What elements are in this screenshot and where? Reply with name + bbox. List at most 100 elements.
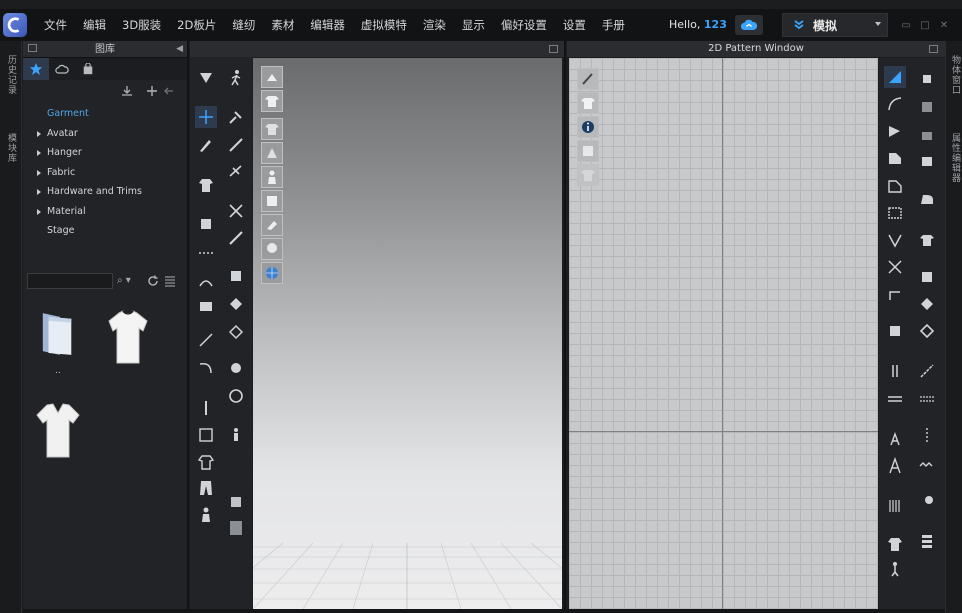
tool-iron[interactable] bbox=[916, 188, 938, 210]
tool-zipper[interactable] bbox=[195, 397, 217, 419]
menu-settings[interactable]: 设置 bbox=[555, 9, 594, 41]
tab-property-editor[interactable]: 属性编辑器 bbox=[948, 133, 962, 183]
tool-line[interactable] bbox=[195, 329, 217, 351]
view-texture-toggle[interactable] bbox=[261, 118, 283, 140]
view-avatar-toggle[interactable] bbox=[261, 166, 283, 188]
tool-edit-curve[interactable] bbox=[884, 93, 906, 115]
tool-garment[interactable] bbox=[195, 174, 217, 196]
refresh-icon[interactable] bbox=[147, 275, 159, 287]
minimize-icon[interactable]: ▭ bbox=[900, 21, 912, 31]
tree-item-avatar[interactable]: Avatar bbox=[23, 124, 187, 144]
menu-render[interactable]: 渲染 bbox=[415, 9, 454, 41]
expand-arrow-icon[interactable] bbox=[37, 189, 41, 195]
menu-edit[interactable]: 编辑 bbox=[75, 9, 114, 41]
view-environment-toggle[interactable] bbox=[261, 262, 283, 284]
close-icon[interactable]: ✕ bbox=[938, 21, 950, 31]
menu-display[interactable]: 显示 bbox=[454, 9, 493, 41]
3d-viewport[interactable] bbox=[253, 58, 562, 609]
tool-internal-polygon[interactable] bbox=[884, 175, 906, 197]
tool-transform[interactable] bbox=[225, 200, 247, 222]
tool-segment[interactable] bbox=[916, 360, 938, 382]
tool-diamond-grid[interactable] bbox=[916, 320, 938, 342]
panel-divider[interactable] bbox=[187, 41, 189, 613]
tab-favorites[interactable] bbox=[23, 58, 49, 80]
search-icon[interactable]: ⌕ ▾ bbox=[117, 275, 139, 287]
expand-arrow-icon[interactable] bbox=[37, 130, 41, 137]
tool-annotation[interactable] bbox=[884, 428, 906, 450]
tool-arrange[interactable] bbox=[195, 272, 217, 294]
tool-curve[interactable] bbox=[195, 357, 217, 379]
tool-avatar[interactable] bbox=[195, 504, 217, 526]
menu-2d-pattern[interactable]: 2D板片 bbox=[169, 9, 224, 41]
view-fabric-toggle[interactable] bbox=[261, 142, 283, 164]
tool-fold-arrange[interactable] bbox=[195, 242, 217, 264]
add-icon[interactable] bbox=[146, 85, 158, 97]
view-avatar-shade-toggle[interactable] bbox=[261, 238, 283, 260]
tool-rectangle[interactable] bbox=[884, 147, 906, 169]
2d-pattern-viewport[interactable] bbox=[569, 58, 878, 609]
menu-file[interactable]: 文件 bbox=[36, 9, 75, 41]
tool-pin[interactable] bbox=[225, 106, 247, 128]
tool-measure-line[interactable] bbox=[884, 360, 906, 382]
tree-item-fabric[interactable]: Fabric bbox=[23, 163, 187, 183]
tree-item-stage[interactable]: Stage bbox=[23, 221, 187, 241]
tab-modules[interactable]: 模块库 bbox=[4, 133, 18, 163]
cloud-button[interactable] bbox=[735, 15, 763, 35]
tool-tack[interactable] bbox=[225, 160, 247, 182]
popout-icon[interactable] bbox=[28, 44, 37, 52]
tool-polygon[interactable] bbox=[884, 120, 906, 142]
menu-manual[interactable]: 手册 bbox=[594, 9, 633, 41]
tool-button[interactable] bbox=[225, 357, 247, 379]
view-info-toggle[interactable] bbox=[577, 116, 599, 138]
tool-trace[interactable] bbox=[884, 284, 906, 306]
expand-arrow-icon[interactable] bbox=[37, 208, 41, 215]
tab-object-browser[interactable]: 物体窗口 bbox=[948, 55, 962, 95]
tool-internal-rectangle[interactable] bbox=[884, 202, 906, 224]
tool-curve-point[interactable] bbox=[916, 96, 938, 118]
menu-3d-garment[interactable]: 3D服装 bbox=[114, 9, 169, 41]
tool-seam-line[interactable] bbox=[916, 388, 938, 410]
tool-diamond[interactable] bbox=[916, 293, 938, 315]
tree-item-garment[interactable]: Garment bbox=[23, 104, 187, 124]
tool-fabric[interactable] bbox=[225, 265, 247, 287]
thumb-vneck[interactable] bbox=[33, 401, 83, 465]
tool-lock[interactable] bbox=[916, 122, 938, 144]
view-eraser-toggle[interactable] bbox=[261, 214, 283, 236]
tool-zigzag[interactable] bbox=[916, 424, 938, 446]
tool-text[interactable] bbox=[884, 455, 906, 477]
tool-puckering[interactable] bbox=[884, 533, 906, 555]
tree-item-hardware[interactable]: Hardware and Trims bbox=[23, 182, 187, 202]
user-name[interactable]: 123 bbox=[704, 18, 727, 31]
download-icon[interactable] bbox=[121, 85, 133, 97]
tool-pleat[interactable] bbox=[916, 229, 938, 251]
back-arrow-icon[interactable] bbox=[163, 85, 175, 97]
view-pattern-toggle[interactable] bbox=[261, 190, 283, 212]
tool-grade[interactable] bbox=[884, 388, 906, 410]
list-view-icon[interactable] bbox=[164, 275, 176, 287]
tool-undo-point[interactable] bbox=[916, 150, 938, 172]
tool-cut[interactable] bbox=[884, 256, 906, 278]
library-search-input[interactable] bbox=[27, 273, 113, 289]
tool-panel[interactable] bbox=[225, 517, 247, 539]
expand-arrow-icon[interactable] bbox=[37, 169, 41, 176]
tool-fold-line[interactable] bbox=[916, 266, 938, 288]
tool-select-move[interactable] bbox=[195, 106, 217, 128]
expand-arrow-icon[interactable] bbox=[37, 150, 41, 156]
tool-pants[interactable] bbox=[195, 477, 217, 499]
tool-avatar-figure[interactable] bbox=[884, 558, 906, 580]
menu-materials[interactable]: 素材 bbox=[263, 9, 302, 41]
tree-item-material[interactable]: Material bbox=[23, 202, 187, 222]
tool-texture[interactable] bbox=[225, 293, 247, 315]
tool-box[interactable] bbox=[225, 491, 247, 513]
tool-avatar-move[interactable] bbox=[225, 67, 247, 89]
panel-divider[interactable] bbox=[564, 41, 566, 613]
tree-item-hanger[interactable]: Hanger bbox=[23, 143, 187, 163]
mode-select[interactable]: 模拟 bbox=[782, 13, 888, 37]
thumb-tshirt[interactable] bbox=[105, 309, 151, 369]
view-shirt-toggle[interactable] bbox=[261, 90, 283, 112]
popout-icon[interactable] bbox=[549, 45, 558, 53]
tool-edit-point[interactable] bbox=[916, 68, 938, 90]
tool-pin-2[interactable] bbox=[225, 134, 247, 156]
view-fabric-toggle[interactable] bbox=[577, 140, 599, 162]
tool-avatar-arrange[interactable] bbox=[195, 295, 217, 317]
